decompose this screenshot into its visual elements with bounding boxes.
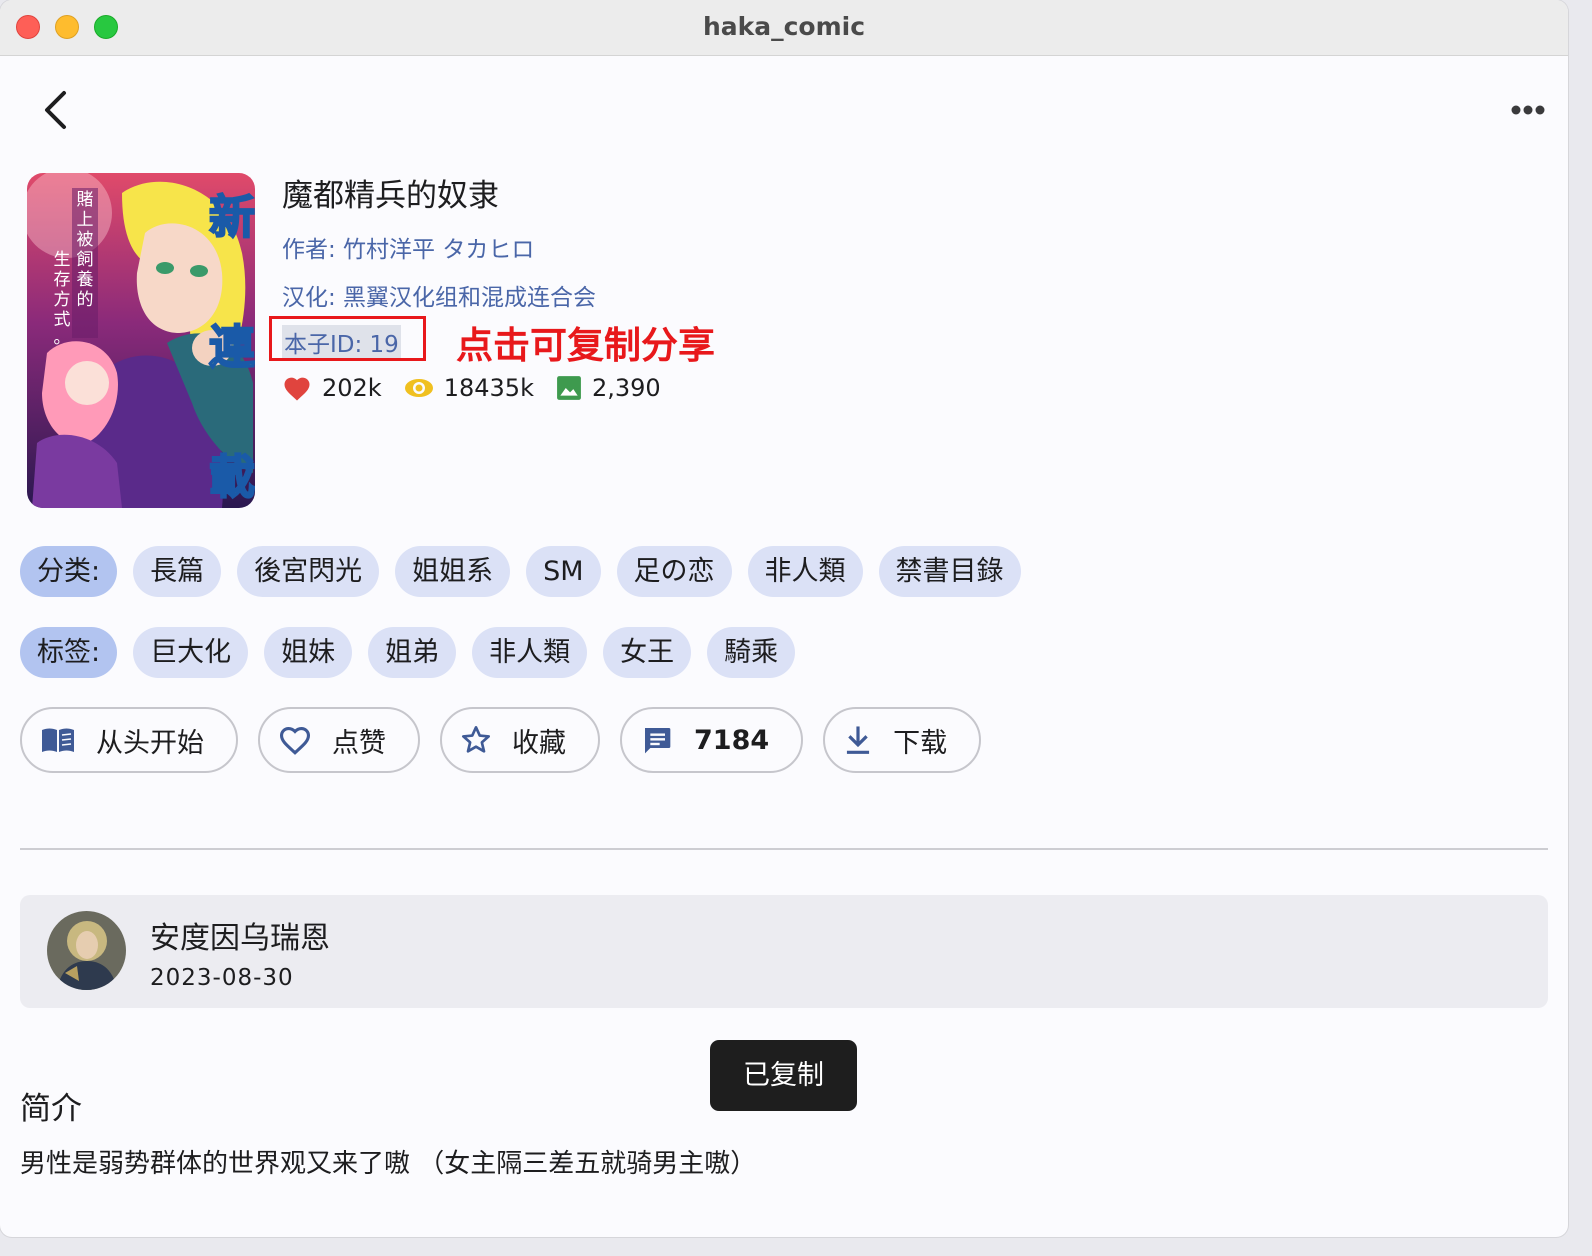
likes-stat: 202k [282,374,382,402]
comment-icon [645,728,671,754]
comic-title: 魔都精兵的奴隶 [282,178,499,214]
svg-text:上: 上 [77,210,94,230]
download-label: 下载 [893,727,948,759]
like-label: 点赞 [332,727,386,759]
tag-chip[interactable]: 女王 [603,627,692,678]
app-window: haka_comic 賭 上 被 飼 養 的 生 存 方 式 。 新 連 載 魔… [0,0,1568,1237]
comments-count: 7184 [694,724,770,756]
category-chip[interactable]: 非人類 [747,546,863,597]
categories-row: 分类: 長篇 後宮閃光 姐姐系 SM 足の恋 非人類 禁書目錄 [20,546,1037,597]
star-outline-icon [462,726,490,753]
category-chip[interactable]: 後宮閃光 [237,546,380,597]
back-button[interactable] [30,85,80,135]
action-buttons-row: 从头开始 点赞 收藏 7184 下载 [20,707,1001,773]
copied-toast: 已复制 [710,1040,857,1111]
tag-chip[interactable]: 姐妹 [264,627,353,678]
svg-text:飼: 飼 [77,250,94,270]
svg-text:方: 方 [54,290,71,310]
likes-count: 202k [322,374,382,402]
translation-group-link[interactable]: 汉化: 黑翼汉化组和混成连合会 [282,278,596,312]
intro-description: 男性是弱势群体的世界观又来了嗷 （女主隔三差五就骑男主嗷） [20,1149,757,1179]
window-title: haka_comic [702,12,866,41]
section-divider [20,848,1548,850]
download-button[interactable]: 下载 [823,707,982,773]
title-bar: haka_comic [0,0,1568,56]
svg-text:式: 式 [54,310,71,330]
views-count: 18435k [443,374,534,402]
comic-cover-image[interactable]: 賭 上 被 飼 養 的 生 存 方 式 。 新 連 載 [27,173,255,508]
tag-chip[interactable]: 巨大化 [133,627,249,678]
favorite-button[interactable]: 收藏 [440,707,600,773]
avatar[interactable] [47,911,126,990]
tag-chip[interactable]: 姐弟 [368,627,457,678]
pages-stat: 2,390 [556,374,661,402]
views-stat: 18435k [404,374,534,402]
pages-count: 2,390 [591,374,661,402]
stats-row: 202k 18435k 2,390 [282,370,683,406]
svg-text:載: 載 [209,450,255,504]
svg-text:新: 新 [209,190,255,244]
svg-text:的: 的 [77,290,94,310]
book-open-icon [42,728,74,752]
tags-label: 标签: [20,627,118,678]
annotation-text: 点击可复制分享 [456,324,715,367]
author-link[interactable]: 作者: 竹村洋平 タカヒロ [282,230,534,264]
tags-row: 标签: 巨大化 姐妹 姐弟 非人類 女王 騎乘 [20,627,811,678]
tag-chip[interactable]: 騎乘 [707,627,796,678]
category-chip[interactable]: 禁書目錄 [878,546,1021,597]
upload-date: 2023-08-30 [150,965,294,991]
svg-text:連: 連 [209,320,255,374]
category-chip[interactable]: 長篇 [133,546,222,597]
eye-icon [404,379,433,397]
like-button[interactable]: 点赞 [258,707,420,773]
read-from-start-button[interactable]: 从头开始 [20,707,238,773]
category-chip[interactable]: SM [526,546,601,597]
chevron-left-icon [45,91,66,129]
read-from-start-label: 从头开始 [96,727,204,759]
favorite-label: 收藏 [512,727,566,759]
svg-text:。: 。 [54,328,71,348]
uploader-name: 安度因乌瑞恩 [150,921,330,956]
more-options-button[interactable] [1505,95,1551,125]
more-horizontal-icon [1511,105,1545,115]
comments-button[interactable]: 7184 [620,707,804,773]
heart-icon [284,377,310,401]
tag-chip[interactable]: 非人類 [472,627,588,678]
heart-outline-icon [279,726,311,755]
annotation-highlight-box [269,316,426,361]
image-icon [557,376,581,400]
intro-heading: 简介 [20,1091,82,1127]
svg-text:被: 被 [77,230,94,250]
uploader-card[interactable]: 安度因乌瑞恩 2023-08-30 [20,895,1548,1008]
svg-text:養: 養 [77,270,94,290]
svg-text:存: 存 [54,270,71,290]
cover-vertical-text-1: 賭 [77,190,94,210]
category-chip[interactable]: 足の恋 [616,546,732,597]
category-chip[interactable]: 姐姐系 [395,546,511,597]
categories-label: 分类: [20,546,118,597]
svg-text:生: 生 [54,250,71,270]
download-icon [847,726,870,754]
